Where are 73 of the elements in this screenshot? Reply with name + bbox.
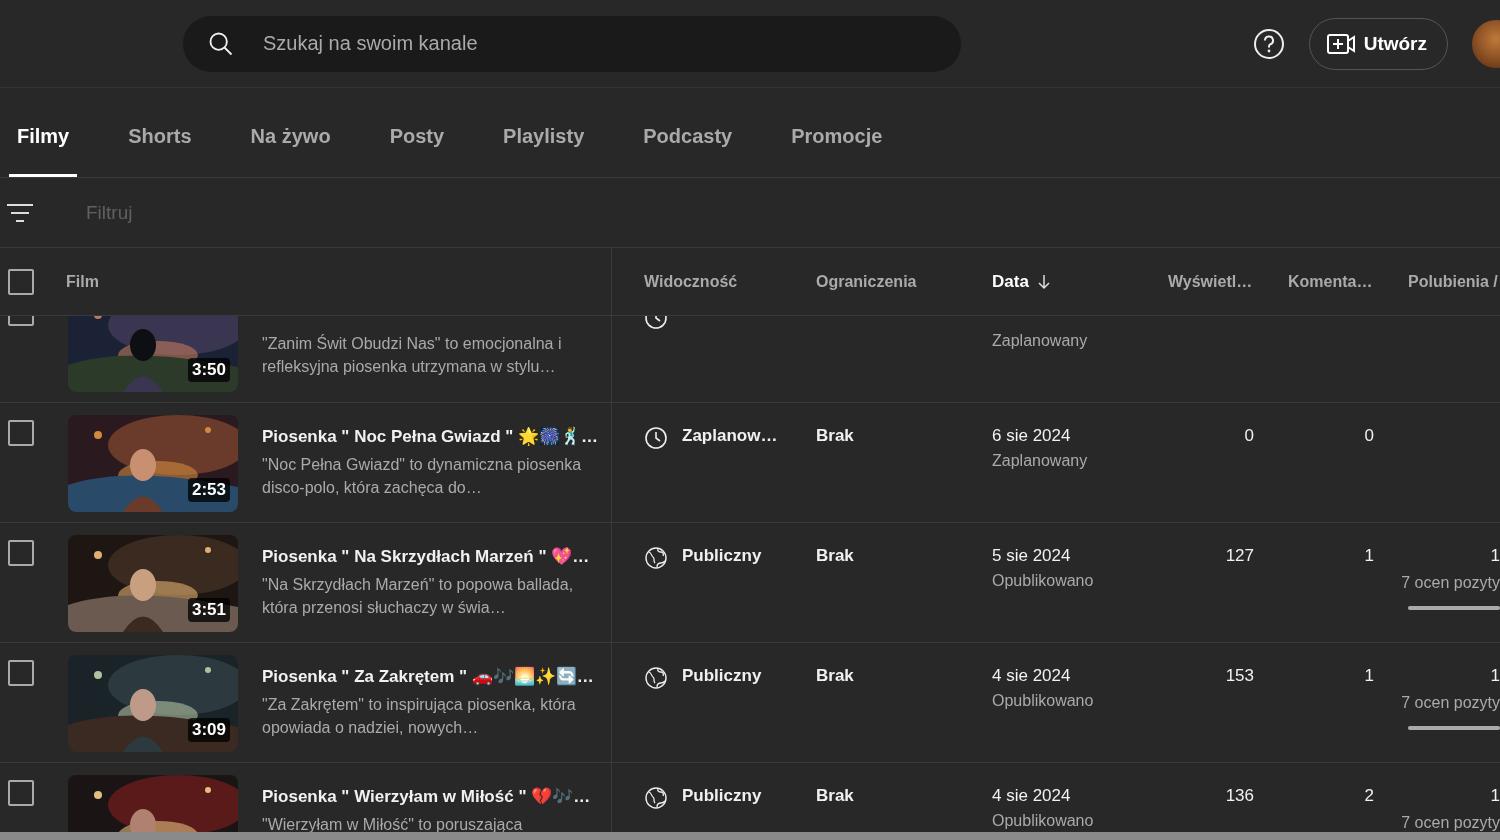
duration-badge: 2:53 [187,478,230,502]
comments-count: 2 [1364,786,1374,806]
status-text: Zaplanowany [992,332,1088,350]
date-text: 4 sie 2024 [992,666,1071,686]
clock-icon [644,426,668,450]
globe-icon [644,786,668,810]
scrollbar[interactable] [0,832,1500,840]
create-button[interactable]: Utwórz [1308,17,1448,70]
tab[interactable]: Filmy [9,88,78,177]
globe-icon [644,546,668,570]
likes-count: 1 [1490,786,1500,806]
video-title[interactable]: Piosenka " Noc Pełna Gwiazd " 🌟🎆🕺… [262,426,602,447]
search-field[interactable]: Szukaj na swoim kanale [183,15,961,72]
date-text: 6 sie 2024 [992,426,1071,446]
tab[interactable]: Posty [381,88,453,177]
sort-down-icon[interactable] [1036,273,1051,290]
visibility-label[interactable]: Publiczny [682,546,762,566]
comments-count: 1 [1364,666,1374,686]
visibility-label[interactable]: Publiczny [682,666,762,686]
column-header[interactable]: Data [992,271,1029,292]
filter-field[interactable]: Filtruj [84,200,388,225]
restrictions-text: Brak [816,426,854,446]
video-description: "Za Zakrętem" to inspirująca piosenka, która opowiada o nadziei, nowych… [262,695,577,739]
views-count: 153 [1225,666,1254,686]
column-header[interactable]: Wyświetl… [1168,272,1253,291]
video-description: "Noc Pełna Gwiazd" to dynamiczna piosenka disco-polo, która zachęca do… [262,455,583,499]
video-description: "Zanim Świt Obudzi Nas" to emocjonalna i refleksyjna piosenka utrzymana w stylu… [262,333,563,378]
video-description: "Na Skrzydłach Marzeń" to popowa ballada, która przenosi słuchaczy w świa… [262,575,575,619]
views-count: 0 [1244,426,1254,446]
likes-note: 7 ocen pozyty [1401,574,1500,592]
comments-count: 1 [1364,546,1374,566]
column-header[interactable]: Polubienia / [1408,272,1498,291]
video-title[interactable]: Piosenka " Na Skrzydłach Marzeń " 💖… [262,546,602,567]
status-text: Opublikowano [992,572,1094,590]
tab[interactable]: Promocje [783,88,891,177]
column-header[interactable]: Widoczność [644,272,738,291]
globe-icon [644,666,668,690]
restrictions-text: Brak [816,786,854,806]
restrictions-text: Brak [816,666,854,686]
column-header[interactable]: Ograniczenia [816,272,917,291]
likes-note: 7 ocen pozyty [1401,694,1500,712]
date-text: 4 sie 2024 [992,786,1071,806]
video-title[interactable]: Piosenka " Wierzyłam w Miłość " 💔🎶… [262,786,602,807]
tab[interactable]: Podcasty [635,88,741,177]
date-text: 5 sie 2024 [992,546,1071,566]
duration-badge: 3:09 [187,718,230,742]
restrictions-text: Brak [816,546,854,566]
status-text: Opublikowano [992,692,1094,710]
likes-count: 1 [1490,546,1500,566]
help-icon[interactable] [1252,27,1285,60]
add-video-icon [1325,31,1356,56]
likes-note: 7 ocen pozyty [1401,814,1500,832]
duration-badge: 3:50 [187,358,230,382]
duration-badge: 3:51 [187,598,230,622]
video-title[interactable]: Piosenka " Za Zakrętem " 🚗🎶🌅✨🔄… [262,666,602,687]
tab[interactable]: Shorts [120,88,200,177]
select-all-checkbox[interactable] [8,268,34,295]
row-checkbox[interactable] [8,420,34,446]
views-count: 136 [1225,786,1254,806]
views-count: 127 [1225,546,1254,566]
column-header[interactable]: Film [66,272,99,291]
comments-count: 0 [1364,426,1374,446]
visibility-label[interactable]: Publiczny [682,786,762,806]
visibility-label[interactable]: Zaplanow… [682,426,778,446]
likes-count: 1 [1490,666,1500,686]
status-text: Opublikowano [992,812,1094,830]
row-checkbox[interactable] [8,780,34,806]
row-checkbox[interactable] [8,660,34,686]
tab[interactable]: Na żywo [242,88,339,177]
column-header[interactable]: Komenta… [1288,272,1373,291]
tab[interactable]: Playlisty [495,88,593,177]
row-checkbox[interactable] [8,540,34,566]
status-text: Zaplanowany [992,452,1088,470]
